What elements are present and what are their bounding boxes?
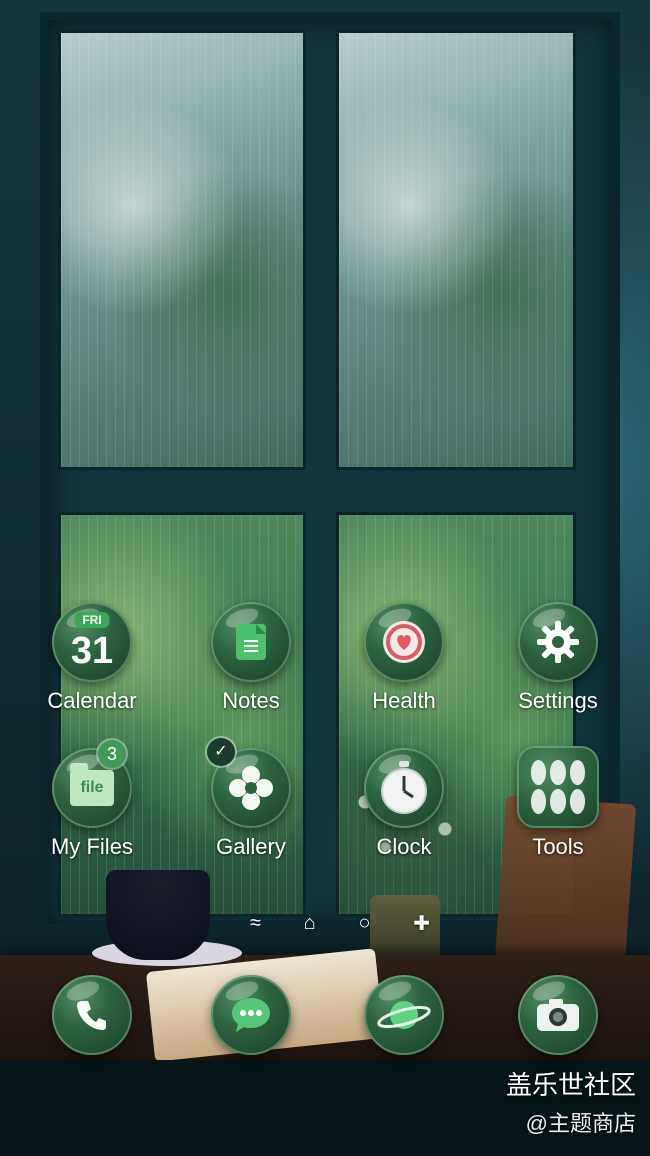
home-icon[interactable]: ⌂ [304, 912, 316, 935]
window-pane [58, 30, 306, 470]
clock-app[interactable]: Clock [344, 748, 464, 878]
calendar-app[interactable]: FRI 31 Calendar [32, 602, 152, 732]
lines-icon[interactable]: ≈ [250, 912, 261, 935]
my-files-app[interactable]: 3 file My Files [32, 740, 152, 878]
planet-icon [364, 975, 444, 1055]
app-label: Gallery [216, 834, 286, 859]
camera-icon [518, 975, 598, 1055]
notification-badge: 3 [98, 740, 126, 768]
app-label: Health [372, 688, 436, 713]
circle-icon[interactable]: ○ [358, 912, 370, 935]
check-icon: ✓ [207, 738, 235, 766]
watermark-subtitle: @主题商店 [525, 1111, 636, 1136]
app-label: My Files [51, 834, 133, 859]
coffee-mug [106, 870, 210, 960]
notes-app[interactable]: Notes [191, 602, 311, 732]
phone-app[interactable] [32, 975, 152, 1065]
tools-folder[interactable]: Tools [498, 746, 618, 876]
messages-app[interactable] [191, 975, 311, 1065]
app-label: Tools [532, 834, 584, 859]
app-label: Calendar [47, 688, 137, 713]
gallery-app[interactable]: ✓ Gallery [191, 738, 311, 878]
notes-icon [211, 602, 291, 682]
window-pane [336, 30, 576, 470]
calendar-icon: FRI 31 [52, 602, 132, 682]
health-icon [364, 602, 444, 682]
calendar-date: 31 [70, 630, 114, 672]
chat-bubble-icon [211, 975, 291, 1055]
gear-icon [518, 602, 598, 682]
flower-icon: ✓ [207, 738, 291, 828]
settings-app[interactable]: Settings [498, 602, 618, 732]
camera-app[interactable] [498, 975, 618, 1065]
app-label: Notes [222, 688, 280, 713]
folder-icon: 3 file [52, 740, 132, 828]
file-text: file [70, 763, 114, 806]
watermark-title: 盖乐世社区 [505, 1070, 636, 1100]
stopwatch-icon [364, 748, 444, 828]
plus-icon[interactable]: ✚ [413, 911, 430, 936]
tools-grid-icon [517, 746, 599, 828]
calendar-day: FRI [74, 612, 110, 628]
health-app[interactable]: Health [344, 602, 464, 732]
page-indicator[interactable]: ≈ ⌂ ○ ✚ [250, 908, 430, 938]
app-label: Clock [376, 834, 432, 859]
app-label: Settings [518, 688, 598, 713]
phone-icon [52, 975, 132, 1055]
internet-app[interactable] [344, 975, 464, 1065]
